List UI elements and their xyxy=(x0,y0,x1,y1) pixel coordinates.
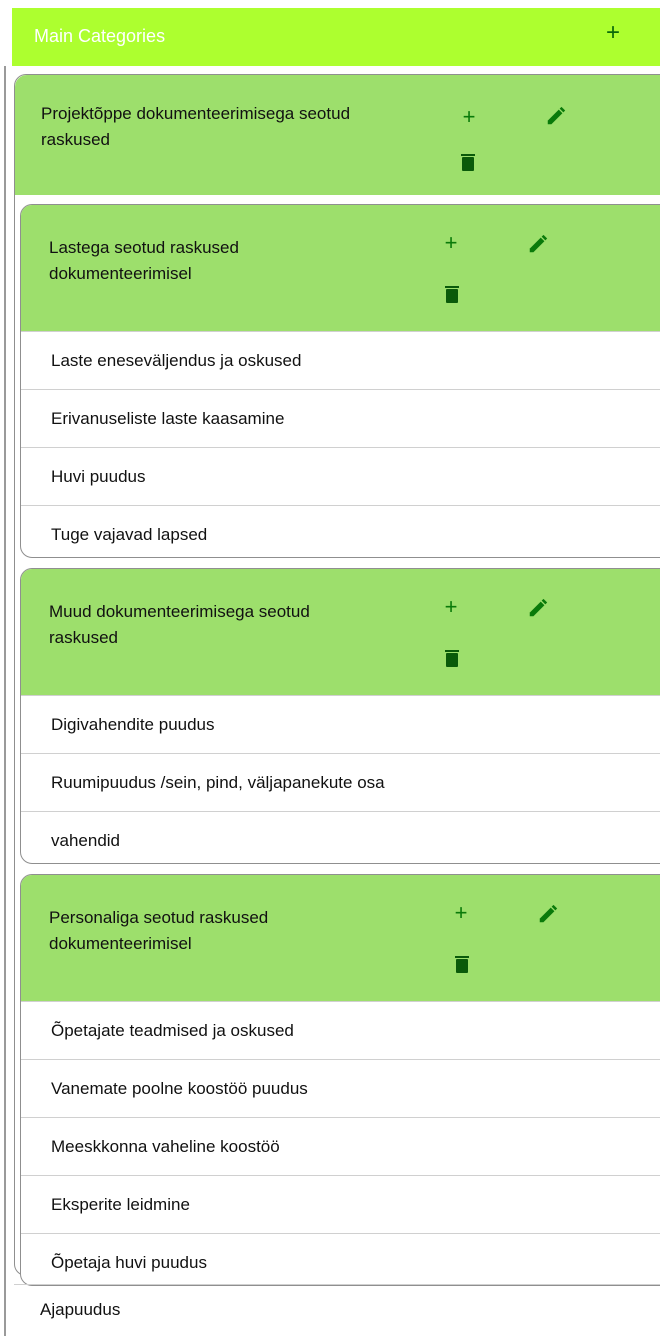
category-item-ajapuudus[interactable]: Ajapuudus xyxy=(40,1300,120,1320)
add-item-icon[interactable]: + xyxy=(439,231,463,255)
main-categories-title: Main Categories xyxy=(34,26,166,46)
subcategory-header-3: Personaliga seotud raskused dokumenteeri… xyxy=(21,875,660,1001)
subcategory-group-3: Personaliga seotud raskused dokumenteeri… xyxy=(20,874,660,1286)
main-category-label: Projektõppe dokumenteerimisega seotud ra… xyxy=(41,101,350,153)
subcategory-header-2: Muud dokumenteerimisega seotud raskused … xyxy=(21,569,660,695)
list-item[interactable]: Eksperite leidmine xyxy=(21,1175,660,1234)
list-item[interactable]: Tuge vajavad lapsed xyxy=(21,505,660,557)
subcategory-label-2-line2: raskused xyxy=(49,628,118,647)
list-item[interactable]: Meeskkonna vaheline koostöö xyxy=(21,1117,660,1176)
delete-trash-icon[interactable] xyxy=(455,955,469,973)
main-category-label-line1: Projektõppe dokumenteerimisega seotud xyxy=(41,104,351,123)
delete-trash-icon[interactable] xyxy=(445,285,459,303)
list-item[interactable]: Digivahendite puudus xyxy=(21,695,660,754)
subcategory-label-2: Muud dokumenteerimisega seotud raskused xyxy=(49,599,310,651)
add-main-category-icon[interactable]: + xyxy=(598,18,628,48)
subcategory-label-1-line2: dokumenteerimisel xyxy=(49,264,192,283)
main-categories-bar: Main Categories + xyxy=(12,8,660,66)
subcategory-label-3-line1: Personaliga seotud raskused xyxy=(49,908,269,927)
add-item-icon[interactable]: + xyxy=(449,901,473,925)
subcategory-label-3: Personaliga seotud raskused dokumenteeri… xyxy=(49,905,268,957)
subcategory-label-1-line1: Lastega seotud raskused xyxy=(49,238,239,257)
delete-trash-icon[interactable] xyxy=(461,153,475,171)
list-item[interactable]: Õpetaja huvi puudus xyxy=(21,1233,660,1285)
subcategory-label-2-line1: Muud dokumenteerimisega seotud xyxy=(49,602,310,621)
list-item[interactable]: Õpetajate teadmised ja oskused xyxy=(21,1001,660,1060)
left-divider xyxy=(4,66,6,1336)
edit-pencil-icon[interactable] xyxy=(527,233,549,255)
subcategory-group-1: Lastega seotud raskused dokumenteerimise… xyxy=(20,204,660,558)
list-item[interactable]: vahendid xyxy=(21,811,660,863)
divider xyxy=(14,1284,660,1285)
subcategory-header-1: Lastega seotud raskused dokumenteerimise… xyxy=(21,205,660,331)
main-category-header: Projektõppe dokumenteerimisega seotud ra… xyxy=(15,75,660,195)
delete-trash-icon[interactable] xyxy=(445,649,459,667)
add-item-icon[interactable]: + xyxy=(439,595,463,619)
subcategory-label-1: Lastega seotud raskused dokumenteerimise… xyxy=(49,235,239,287)
edit-pencil-icon[interactable] xyxy=(545,105,567,127)
list-item[interactable]: Vanemate poolne koostöö puudus xyxy=(21,1059,660,1118)
add-subcategory-icon[interactable]: + xyxy=(457,105,481,129)
subcategory-label-3-line2: dokumenteerimisel xyxy=(49,934,192,953)
list-item[interactable]: Huvi puudus xyxy=(21,447,660,506)
subcategory-group-2: Muud dokumenteerimisega seotud raskused … xyxy=(20,568,660,864)
edit-pencil-icon[interactable] xyxy=(527,597,549,619)
list-item[interactable]: Ruumipuudus /sein, pind, väljapanekute o… xyxy=(21,753,660,812)
edit-pencil-icon[interactable] xyxy=(537,903,559,925)
list-item[interactable]: Laste eneseväljendus ja oskused xyxy=(21,331,660,390)
main-category-label-line2: raskused xyxy=(41,130,110,149)
list-item[interactable]: Erivanuseliste laste kaasamine xyxy=(21,389,660,448)
